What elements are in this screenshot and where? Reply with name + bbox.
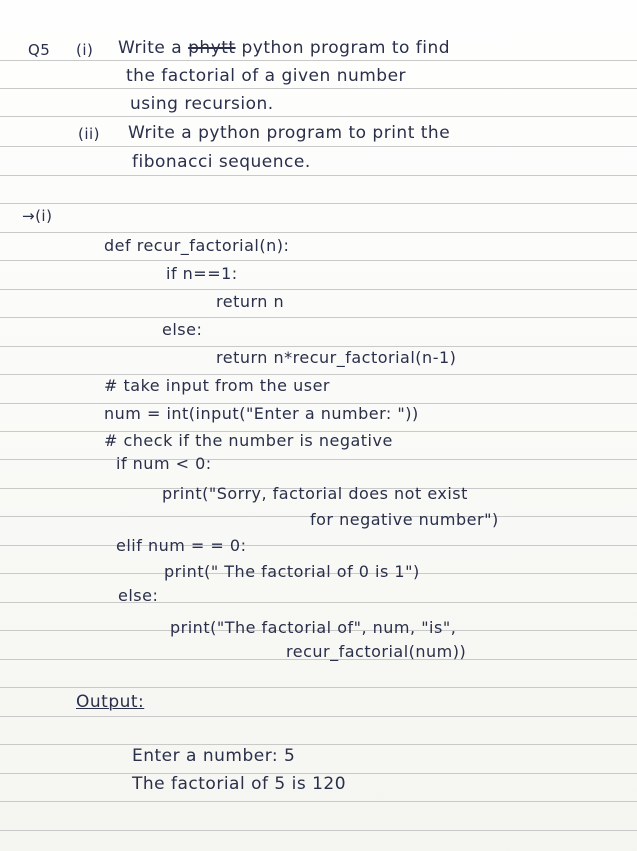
ruled-line xyxy=(0,374,637,375)
code-line-return-base: return n xyxy=(216,292,285,311)
ruled-line xyxy=(0,687,637,688)
output-line-prompt: Enter a number: 5 xyxy=(132,746,296,766)
ruled-line xyxy=(0,801,637,802)
ruled-line xyxy=(0,602,637,603)
ruled-line xyxy=(0,60,637,61)
ruled-line xyxy=(0,545,637,546)
code-line-if-negative: if num < 0: xyxy=(116,454,212,473)
code-line-elif: elif num = = 0: xyxy=(116,536,247,555)
ruled-line xyxy=(0,116,637,117)
question-part1-line3: using recursion. xyxy=(130,94,274,114)
question-part1-line1-end: python program to find xyxy=(241,38,451,58)
ruled-line xyxy=(0,88,637,89)
ruled-line xyxy=(0,830,637,831)
ruled-line xyxy=(0,203,637,204)
question-part1-line1-start: Write a xyxy=(118,38,183,58)
code-line-def: def recur_factorial(n): xyxy=(104,236,290,255)
code-line-comment-input: # take input from the user xyxy=(104,376,330,395)
code-line-print-result-cont: recur_factorial(num)) xyxy=(286,642,467,661)
ruled-line xyxy=(0,346,637,347)
code-line-else: else: xyxy=(162,320,203,339)
question-part1-line1: Write a phytt python program to find xyxy=(118,38,450,58)
question-part2-line2: fibonacci sequence. xyxy=(132,152,311,172)
code-line-else-final: else: xyxy=(118,586,159,605)
question-part2-line1: Write a python program to print the xyxy=(128,123,451,143)
ruled-line xyxy=(0,317,637,318)
ruled-line xyxy=(0,175,637,176)
code-line-print-zero: print(" The factorial of 0 is 1") xyxy=(164,562,420,581)
question-part1-line2: the factorial of a given number xyxy=(126,66,407,86)
code-line-print-sorry-cont: for negative number") xyxy=(310,510,499,529)
ruled-line xyxy=(0,232,637,233)
code-line-return-recursive: return n*recur_factorial(n-1) xyxy=(216,348,457,367)
code-line-print-result: print("The factorial of", num, "is", xyxy=(170,618,457,637)
ruled-line xyxy=(0,716,637,717)
code-line-print-sorry: print("Sorry, factorial does not exist xyxy=(162,484,468,503)
question-part2-marker: (ii) xyxy=(78,125,101,143)
ruled-line xyxy=(0,146,637,147)
ruled-line xyxy=(0,744,637,745)
code-line-input: num = int(input("Enter a number: ")) xyxy=(104,404,419,423)
notebook-page: Q5 (i) Write a phytt python program to f… xyxy=(0,0,637,851)
question-part1-marker: (i) xyxy=(76,41,94,59)
question-number: Q5 xyxy=(28,41,51,59)
answer-marker: →(i) xyxy=(22,207,53,225)
ruled-line xyxy=(0,459,637,460)
code-line-comment-negative: # check if the number is negative xyxy=(104,431,393,450)
code-line-if-base: if n==1: xyxy=(166,264,238,283)
output-heading: Output: xyxy=(76,692,145,712)
ruled-line xyxy=(0,260,637,261)
question-part1-struck-word: phytt xyxy=(188,38,236,58)
output-line-result: The factorial of 5 is 120 xyxy=(132,774,347,794)
ruled-line xyxy=(0,289,637,290)
